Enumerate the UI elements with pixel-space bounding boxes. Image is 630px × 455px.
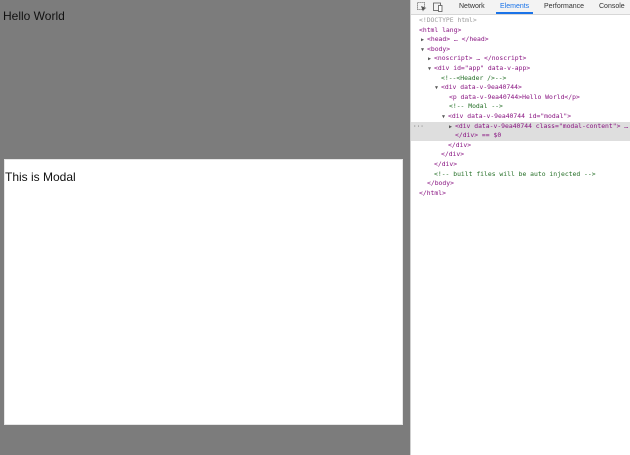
tree-node[interactable]: ▼ <div data-v-9ea40744>	[411, 83, 630, 93]
inspect-element-icon[interactable]	[417, 2, 427, 12]
tab-elements[interactable]: Elements	[496, 0, 534, 14]
elements-tree[interactable]: <!DOCTYPE html> <html lang> ▶ <head> … </…	[411, 16, 630, 446]
tree-node[interactable]: ▶ <noscript> … </noscript>	[411, 54, 630, 64]
tree-node[interactable]: <p data-v-9ea40744>Hello World</p>	[411, 93, 630, 103]
tree-node[interactable]: ▼ <body>	[411, 45, 630, 55]
tree-node-selected[interactable]: ··· ▶ <div data-v-9ea40744 class="modal-c…	[411, 121, 630, 132]
more-options-icon[interactable]: ···	[413, 122, 424, 132]
devtools-toolbar: Network Elements Performance Console	[411, 0, 630, 15]
tree-node[interactable]: </html>	[411, 189, 630, 199]
devtools-panel: Network Elements Performance Console <!D…	[410, 0, 630, 455]
tree-node[interactable]: </body>	[411, 179, 630, 189]
tab-performance[interactable]: Performance	[540, 0, 588, 14]
device-toolbar-icon[interactable]	[433, 2, 443, 12]
tree-node[interactable]: </div>	[411, 141, 630, 151]
hello-world-text: Hello World	[3, 9, 65, 23]
page-viewport: Hello World This is Modal	[0, 0, 410, 455]
tree-node[interactable]: <!--<Header />-->	[411, 74, 630, 84]
tree-node[interactable]: ▼ <div id="app" data-v-app>	[411, 64, 630, 74]
tree-node[interactable]: <!-- built files will be auto injected -…	[411, 170, 630, 180]
tree-node[interactable]: <html lang>	[411, 26, 630, 36]
modal-title: This is Modal	[5, 170, 76, 184]
tree-node[interactable]: </div>	[411, 150, 630, 160]
tab-network[interactable]: Network	[455, 0, 489, 14]
tree-node-selected[interactable]: </div> == $0	[411, 131, 630, 141]
tab-console[interactable]: Console	[595, 0, 629, 14]
tree-node[interactable]: ▶ <head> … </head>	[411, 35, 630, 45]
tree-node[interactable]: ▼ <div data-v-9ea40744 id="modal">	[411, 112, 630, 122]
modal: This is Modal	[4, 159, 403, 425]
tree-node[interactable]: <!DOCTYPE html>	[411, 16, 630, 26]
tree-node[interactable]: <!-- Modal -->	[411, 102, 630, 112]
tree-node[interactable]: </div>	[411, 160, 630, 170]
